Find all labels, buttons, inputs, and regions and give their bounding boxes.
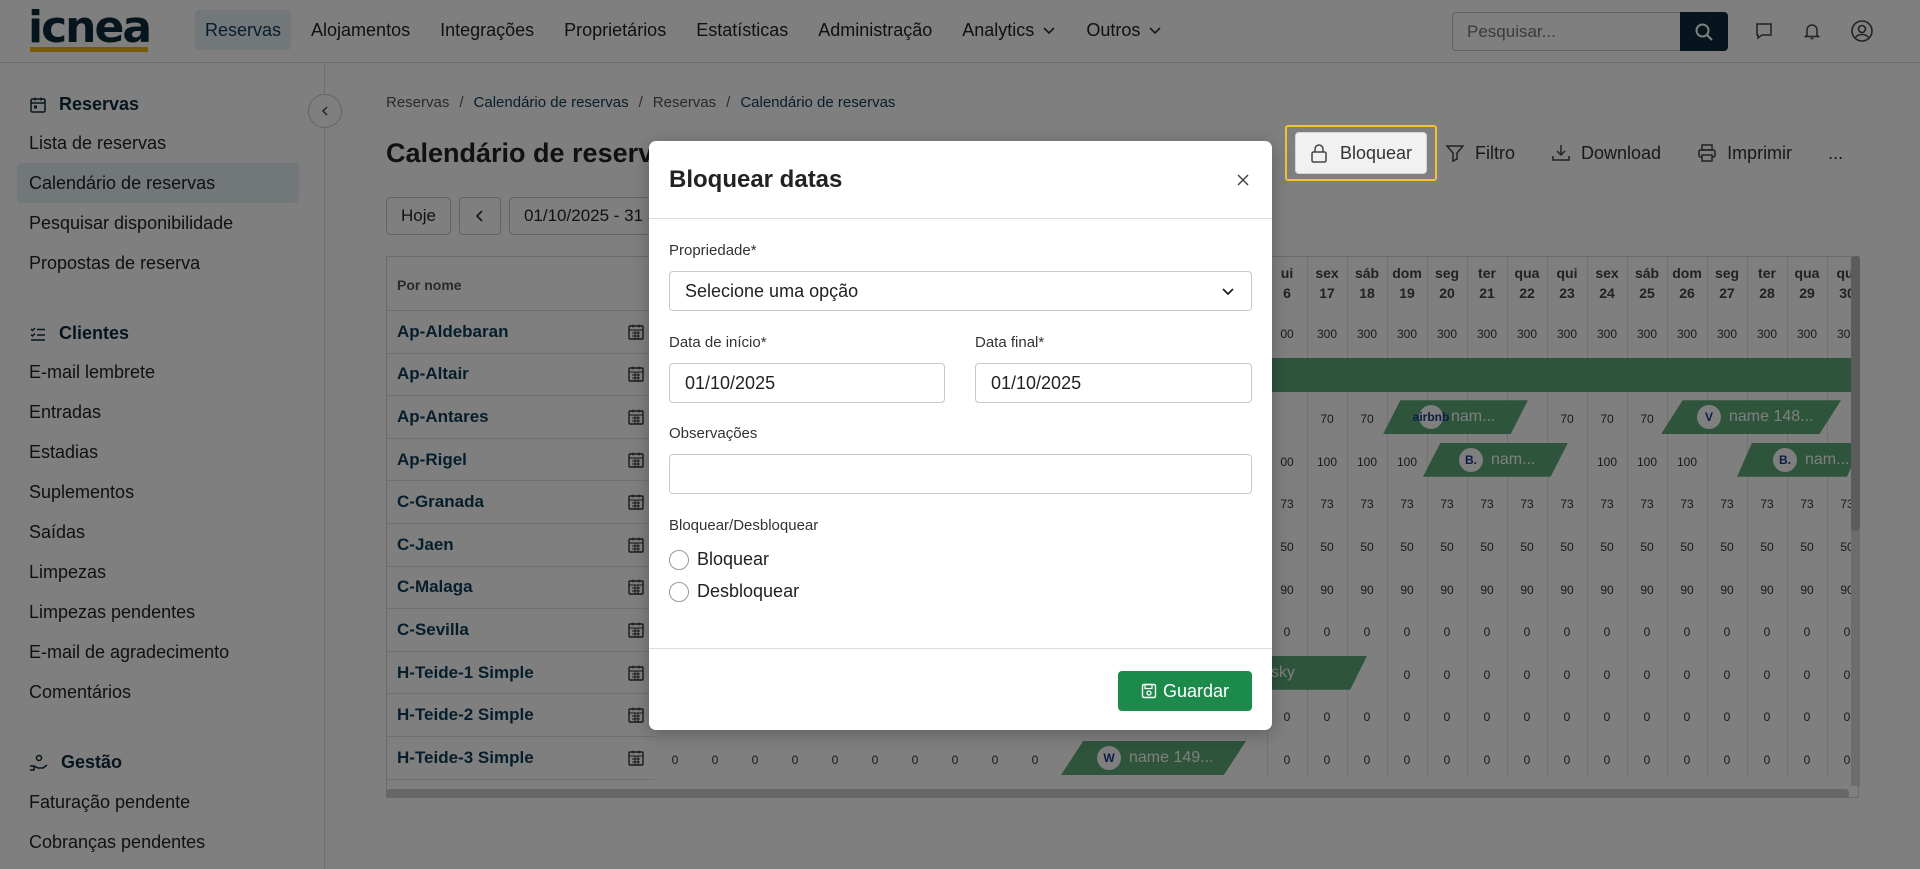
- block-radio[interactable]: [669, 549, 689, 570]
- save-button[interactable]: Guardar: [1118, 671, 1252, 711]
- block-button-highlight: Bloquear: [1285, 125, 1438, 181]
- block-option-label: Bloquear: [697, 549, 770, 569]
- lock-icon: [1311, 144, 1327, 163]
- modal-footer: Guardar: [649, 648, 1272, 730]
- block-dates-modal: Bloquear datas Propriedade* Selecione um…: [649, 141, 1272, 730]
- start-date-label: Data de início*: [669, 334, 767, 351]
- block-option[interactable]: Bloquear: [669, 549, 769, 570]
- block-label: Bloquear: [1340, 142, 1413, 163]
- start-date-input[interactable]: 01/10/2025: [669, 363, 945, 403]
- unblock-radio[interactable]: [669, 581, 689, 602]
- save-label: Guardar: [1162, 680, 1230, 701]
- modal-title: Bloquear datas: [669, 165, 843, 193]
- block-button[interactable]: Bloquear: [1285, 125, 1438, 181]
- property-select-value: Selecione uma opção: [685, 280, 859, 301]
- save-icon: [1141, 683, 1157, 699]
- property-select[interactable]: Selecione uma opção: [669, 271, 1252, 311]
- unblock-option[interactable]: Desbloquear: [669, 581, 799, 602]
- close-icon[interactable]: [1234, 171, 1252, 189]
- block-unblock-label: Bloquear/Desbloquear: [669, 517, 819, 534]
- modal-header: Bloquear datas: [649, 141, 1272, 219]
- block-button-inner: Bloquear: [1295, 132, 1428, 174]
- unblock-option-label: Desbloquear: [697, 581, 800, 601]
- notes-label: Observações: [669, 425, 758, 442]
- end-date-label: Data final*: [975, 334, 1045, 351]
- end-date-input[interactable]: 01/10/2025: [975, 363, 1252, 403]
- chevron-down-icon: [1222, 288, 1234, 296]
- notes-input[interactable]: [669, 454, 1252, 494]
- property-label: Propriedade*: [669, 242, 757, 259]
